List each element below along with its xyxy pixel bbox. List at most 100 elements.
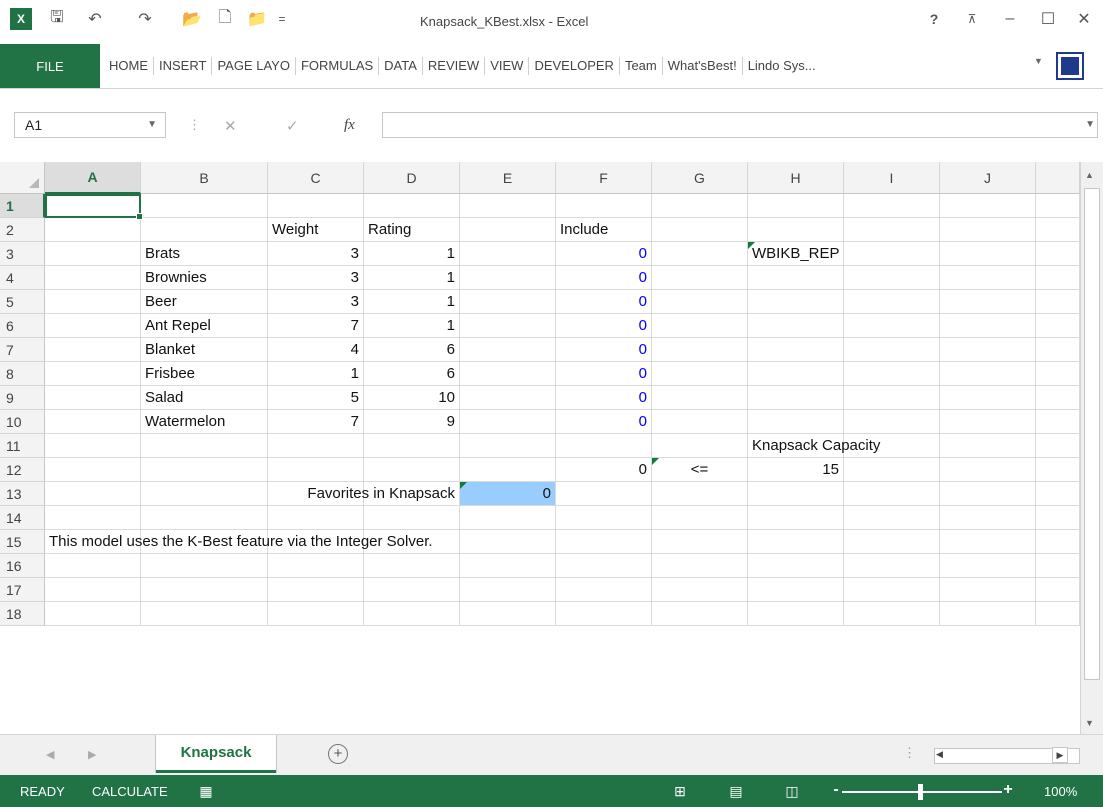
grid-cell[interactable]	[141, 578, 268, 602]
grid-cell[interactable]	[45, 578, 141, 602]
grid-cell[interactable]	[1036, 314, 1080, 338]
row-header-5[interactable]: 5	[0, 290, 45, 314]
cell-c2[interactable]: Weight	[268, 218, 364, 242]
grid-cell[interactable]	[940, 290, 1036, 314]
grid-cell[interactable]	[364, 506, 460, 530]
name-box[interactable]: A1 ▼	[14, 112, 166, 138]
help-icon[interactable]: ?	[924, 8, 944, 30]
grid-cell[interactable]	[652, 410, 748, 434]
cell-d8[interactable]: 6	[364, 362, 460, 386]
cell-c7[interactable]: 4	[268, 338, 364, 362]
cell-d6[interactable]: 1	[364, 314, 460, 338]
grid-cell[interactable]	[844, 362, 940, 386]
excel-app-icon[interactable]: X	[10, 8, 32, 30]
grid-cell[interactable]	[460, 242, 556, 266]
expand-formula-bar-icon[interactable]: ▼	[1085, 119, 1095, 130]
grid-cell[interactable]	[45, 506, 141, 530]
grid-cell[interactable]	[748, 506, 844, 530]
zoom-level[interactable]: 100%	[1044, 784, 1077, 799]
prev-sheet-icon[interactable]: ◀	[46, 748, 54, 761]
chevron-down-icon[interactable]: ▼	[147, 119, 157, 130]
row-header-13[interactable]: 13	[0, 482, 45, 506]
formula-input[interactable]	[382, 112, 1098, 138]
cell-d2[interactable]: Rating	[364, 218, 460, 242]
row-header-6[interactable]: 6	[0, 314, 45, 338]
sheet-tab-knapsack[interactable]: Knapsack	[156, 735, 276, 773]
grid-cell[interactable]	[940, 362, 1036, 386]
grid-cell[interactable]	[940, 482, 1036, 506]
next-sheet-icon[interactable]: ▶	[88, 748, 96, 761]
cell-b6[interactable]: Ant Repel	[141, 314, 268, 338]
grid-cell[interactable]	[940, 194, 1036, 218]
grid-cell[interactable]	[1036, 458, 1080, 482]
tab-home[interactable]: HOME	[104, 57, 154, 75]
grid-cell[interactable]	[45, 314, 141, 338]
cell-c6[interactable]: 7	[268, 314, 364, 338]
status-calculate[interactable]: CALCULATE	[92, 784, 168, 799]
grid-cell[interactable]	[460, 578, 556, 602]
grid-cell[interactable]	[460, 506, 556, 530]
ribbon-display-options-icon[interactable]: ⊼	[960, 8, 984, 30]
row-header-17[interactable]: 17	[0, 578, 45, 602]
grid-cell[interactable]	[940, 554, 1036, 578]
grid-cell[interactable]	[652, 578, 748, 602]
grid-cell[interactable]	[844, 482, 940, 506]
grid-cell[interactable]	[268, 506, 364, 530]
cell-c5[interactable]: 3	[268, 290, 364, 314]
cell-f2[interactable]: Include	[556, 218, 652, 242]
grid-cell[interactable]	[844, 338, 940, 362]
grid-cell[interactable]	[652, 194, 748, 218]
grid-cell[interactable]	[460, 410, 556, 434]
scroll-left-icon[interactable]: ◀	[936, 749, 943, 760]
grid-cell[interactable]	[844, 602, 940, 626]
grid-cell[interactable]	[1036, 578, 1080, 602]
row-header-2[interactable]: 2	[0, 218, 45, 242]
grid-cell[interactable]	[652, 314, 748, 338]
grid-cell[interactable]	[45, 338, 141, 362]
grid-cell[interactable]	[748, 266, 844, 290]
scroll-right-icon[interactable]: ▶	[1052, 747, 1068, 763]
grid-cell[interactable]	[748, 410, 844, 434]
grid-cell[interactable]	[844, 242, 940, 266]
grid-cell[interactable]	[141, 458, 268, 482]
row-header-7[interactable]: 7	[0, 338, 45, 362]
grid-cell[interactable]	[460, 386, 556, 410]
cell-f3[interactable]: 0	[556, 242, 652, 266]
grid-cell[interactable]	[460, 434, 556, 458]
grid-cell[interactable]	[556, 194, 652, 218]
tab-page-layout[interactable]: PAGE LAYO	[212, 57, 296, 75]
grid-cell[interactable]	[844, 530, 940, 554]
column-header-a[interactable]: A	[45, 162, 141, 194]
grid-cell[interactable]	[1036, 386, 1080, 410]
enter-icon[interactable]: ✓	[286, 117, 299, 135]
vertical-scroll-thumb[interactable]	[1084, 188, 1100, 680]
grid-cell[interactable]	[652, 506, 748, 530]
grid-cell[interactable]	[1036, 506, 1080, 530]
grid-cell[interactable]	[460, 218, 556, 242]
grid-cell[interactable]	[268, 194, 364, 218]
grid-cell[interactable]	[940, 410, 1036, 434]
grid-cell[interactable]	[748, 194, 844, 218]
grid-cell[interactable]	[556, 434, 652, 458]
tab-team[interactable]: Team	[620, 57, 663, 75]
minimize-icon[interactable]: –	[998, 8, 1022, 30]
column-header-d[interactable]: D	[364, 162, 460, 194]
grid-cell[interactable]	[268, 434, 364, 458]
scroll-down-icon[interactable]: ▼	[1085, 718, 1094, 728]
grid-cell[interactable]	[460, 266, 556, 290]
tab-formulas[interactable]: FORMULAS	[296, 57, 380, 75]
cell-b9[interactable]: Salad	[141, 386, 268, 410]
page-layout-view-icon[interactable]: ▤	[726, 781, 746, 801]
zoom-in-icon[interactable]: +	[998, 780, 1018, 800]
account-avatar[interactable]	[1056, 52, 1084, 80]
cell-c9[interactable]: 5	[268, 386, 364, 410]
grid-cell[interactable]	[1036, 602, 1080, 626]
grid-cell[interactable]	[844, 314, 940, 338]
row-header-9[interactable]: 9	[0, 386, 45, 410]
column-header-j[interactable]: J	[940, 162, 1036, 194]
grid-cell[interactable]	[460, 602, 556, 626]
row-header-3[interactable]: 3	[0, 242, 45, 266]
tab-whats-best[interactable]: What'sBest!	[663, 57, 743, 75]
tab-view[interactable]: VIEW	[485, 57, 530, 75]
column-header-k[interactable]	[1036, 162, 1080, 194]
